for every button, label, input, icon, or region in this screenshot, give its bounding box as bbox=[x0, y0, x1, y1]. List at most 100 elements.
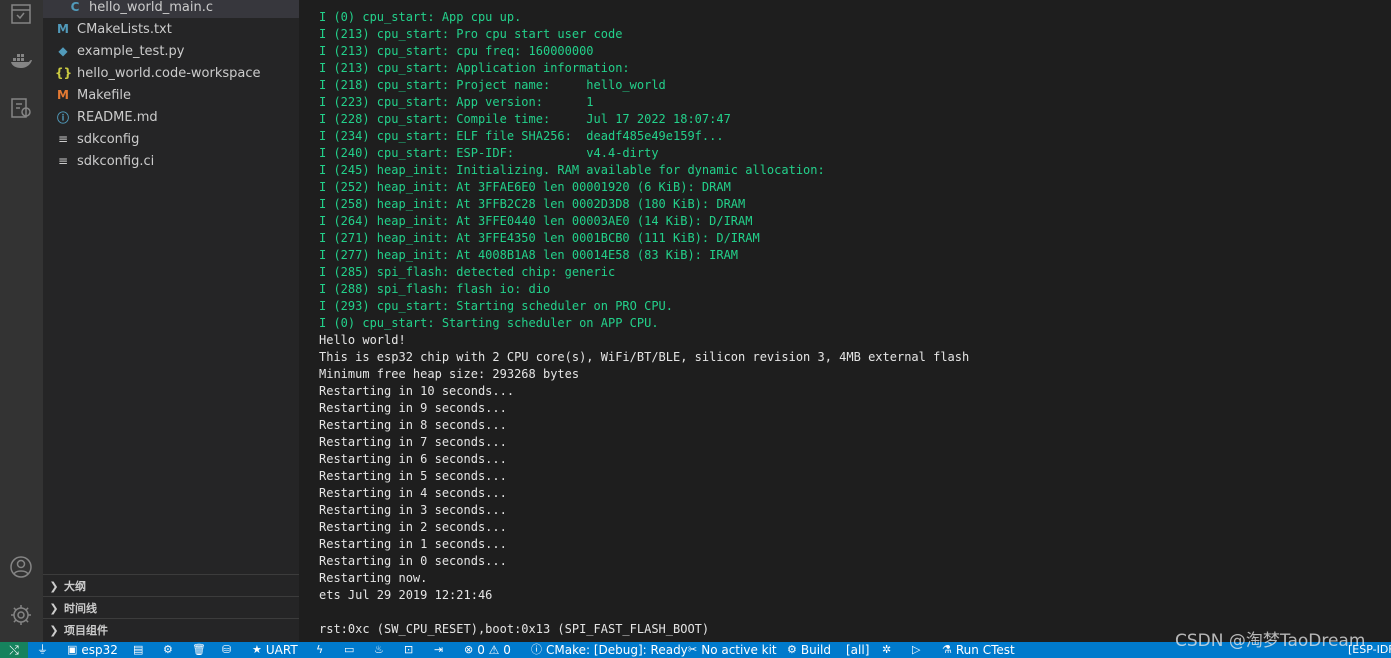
file-item-cmakelists[interactable]: M CMakeLists.txt bbox=[43, 18, 311, 40]
status-item-run[interactable]: ▷ bbox=[912, 642, 924, 658]
section-label: 大纲 bbox=[64, 580, 86, 593]
uart-icon: ★ bbox=[252, 643, 262, 656]
file-item-makefile[interactable]: M Makefile bbox=[43, 84, 311, 106]
terminal-line: rst:0xc (SW_CPU_RESET),boot:0x13 (SPI_FA… bbox=[319, 622, 710, 636]
explorer-sidebar: C hello_world_main.c M CMakeLists.txt ◆ … bbox=[43, 0, 323, 642]
cmake-icon: ⓘ bbox=[531, 643, 542, 656]
terminal-line: This is esp32 chip with 2 CPU core(s), W… bbox=[319, 350, 970, 364]
status-item-cmake[interactable]: ⓘ CMake: [Debug]: Ready bbox=[531, 642, 688, 658]
section-label: 时间线 bbox=[64, 602, 97, 615]
kit-icon: ✂ bbox=[688, 643, 698, 656]
terminal-line: I (252) heap_init: At 3FFAE6E0 len 00001… bbox=[319, 180, 731, 194]
problems-icon: ⊗ bbox=[464, 643, 474, 656]
status-item-flash[interactable]: ϟ bbox=[316, 642, 327, 658]
settings-icon: ⚙ bbox=[163, 643, 173, 656]
section-project-components[interactable]: ❯ 项目组件 bbox=[43, 618, 299, 641]
status-item-all[interactable]: [all] bbox=[846, 642, 869, 658]
manage-gear-icon[interactable] bbox=[7, 601, 35, 629]
build-icon: ⚙ bbox=[787, 643, 797, 656]
cmake-file-icon: M bbox=[57, 22, 69, 36]
terminal-line: I (213) cpu_start: Application informati… bbox=[319, 61, 630, 75]
terminal-line: I (245) heap_init: Initializing. RAM ava… bbox=[319, 163, 825, 177]
remote-indicator[interactable]: ⤭ bbox=[0, 642, 28, 658]
status-item-plug[interactable]: ⏚ bbox=[37, 642, 52, 658]
docker-icon[interactable] bbox=[7, 46, 35, 74]
status-item-kit[interactable]: ✂ No active kit bbox=[688, 642, 777, 658]
terminal-line: I (0) cpu_start: Starting scheduler on A… bbox=[319, 316, 659, 330]
terminal-line: Restarting in 7 seconds... bbox=[319, 435, 507, 449]
terminal-line: I (0) cpu_start: App cpu up. bbox=[319, 10, 522, 24]
info-icon: ⓘ bbox=[56, 110, 69, 125]
esp-idf-explorer-icon[interactable] bbox=[7, 94, 35, 122]
makefile-icon: M bbox=[57, 88, 69, 102]
section-timeline[interactable]: ❯ 时间线 bbox=[43, 596, 299, 619]
file-item-example-test[interactable]: ◆ example_test.py bbox=[43, 40, 311, 62]
terminal-icon: ⊡ bbox=[404, 643, 414, 656]
status-label: Build bbox=[800, 643, 831, 657]
db-icon: ⛁ bbox=[222, 643, 232, 656]
terminal-line: Restarting in 6 seconds... bbox=[319, 452, 507, 466]
file-label: hello_world_main.c bbox=[89, 0, 213, 15]
file-label: README.md bbox=[77, 109, 158, 125]
debug-icon: ✲ bbox=[882, 643, 892, 656]
terminal-line: I (258) heap_init: At 3FFB2C28 len 0002D… bbox=[319, 197, 746, 211]
file-item-sdkconfig-ci[interactable]: ≡ sdkconfig.ci bbox=[43, 150, 311, 172]
status-label: CMake: [Debug]: Ready bbox=[546, 643, 688, 657]
terminal-line: I (218) cpu_start: Project name: hello_w… bbox=[319, 78, 666, 92]
terminal-line: Restarting in 2 seconds... bbox=[319, 520, 507, 534]
file-item-code-workspace[interactable]: {} hello_world.code-workspace bbox=[43, 62, 311, 84]
status-label: [all] bbox=[846, 643, 870, 657]
chevron-right-icon: ❯ bbox=[49, 623, 59, 637]
terminal-line: Restarting now. bbox=[319, 571, 428, 585]
status-item-problems[interactable]: ⊗ 0 ⚠ 0 bbox=[464, 642, 511, 658]
file-label: sdkconfig bbox=[77, 131, 140, 147]
account-icon[interactable] bbox=[7, 553, 35, 581]
terminal-line: Hello world! bbox=[319, 333, 406, 347]
c-file-icon: C bbox=[70, 0, 80, 14]
flash-icon: ϟ bbox=[316, 643, 324, 656]
status-item-build[interactable]: ⚙ Build bbox=[787, 642, 831, 658]
terminal-line: I (213) cpu_start: Pro cpu start user co… bbox=[319, 27, 623, 41]
status-item-db[interactable]: ⛁ bbox=[222, 642, 235, 658]
status-item-export[interactable]: ⇥ bbox=[434, 642, 447, 658]
status-item-settings[interactable]: ⚙ bbox=[163, 642, 177, 658]
file-label: sdkconfig.ci bbox=[77, 153, 155, 169]
python-file-icon: ◆ bbox=[58, 44, 68, 58]
file-item-sdkconfig[interactable]: ≡ sdkconfig bbox=[43, 128, 311, 150]
status-item-debug[interactable]: ✲ bbox=[882, 642, 895, 658]
file-item-hello-world-main[interactable]: C hello_world_main.c bbox=[43, 0, 323, 18]
run-icon: ▷ bbox=[912, 643, 921, 656]
status-label: No active kit bbox=[701, 643, 777, 657]
status-item-monitor[interactable]: ▭ bbox=[344, 642, 358, 658]
activity-bar bbox=[0, 0, 43, 642]
terminal-line: Restarting in 10 seconds... bbox=[319, 384, 515, 398]
terminal-line: Restarting in 0 seconds... bbox=[319, 554, 507, 568]
terminal-line: Restarting in 9 seconds... bbox=[319, 401, 507, 415]
file-label: CMakeLists.txt bbox=[77, 21, 172, 37]
terminal-line: Restarting in 1 seconds... bbox=[319, 537, 507, 551]
section-outline[interactable]: ❯ 大纲 bbox=[43, 574, 299, 597]
terminal-line: I (277) heap_init: At 4008B1A8 len 00014… bbox=[319, 248, 739, 262]
status-item-uart[interactable]: ★ UART bbox=[252, 642, 298, 658]
config-file-icon: ≡ bbox=[57, 154, 69, 168]
config-file-icon: ≡ bbox=[57, 132, 69, 146]
export-icon: ⇥ bbox=[434, 643, 444, 656]
status-item-folder[interactable]: ▤ bbox=[133, 642, 147, 658]
csdn-watermark: CSDN @淘梦TaoDream bbox=[1175, 631, 1366, 651]
status-label: Run CTest bbox=[955, 643, 1015, 657]
folder-icon: ▤ bbox=[133, 643, 144, 656]
status-item-terminal[interactable]: ⊡ bbox=[404, 642, 417, 658]
target-icon: ▣ bbox=[67, 643, 78, 656]
status-item-fire[interactable]: ♨ bbox=[374, 642, 388, 658]
chevron-right-icon: ❯ bbox=[49, 579, 59, 593]
terminal-output[interactable]: I (0) cpu_start: App cpu up. I (213) cpu_… bbox=[299, 0, 1391, 642]
fire-icon: ♨ bbox=[374, 643, 384, 656]
status-item-trash[interactable]: 🗑 bbox=[192, 642, 210, 658]
file-item-readme[interactable]: ⓘ README.md bbox=[43, 106, 311, 128]
status-item-target[interactable]: ▣ esp32 bbox=[67, 642, 118, 658]
terminal-line: I (213) cpu_start: cpu freq: 160000000 bbox=[319, 44, 594, 58]
status-item-ctest[interactable]: ⚗ Run CTest bbox=[942, 642, 1015, 658]
explorer-panel-icon[interactable] bbox=[7, 0, 35, 28]
terminal-line: Restarting in 8 seconds... bbox=[319, 418, 507, 432]
terminal-line: I (228) cpu_start: Compile time: Jul 17 … bbox=[319, 112, 731, 126]
